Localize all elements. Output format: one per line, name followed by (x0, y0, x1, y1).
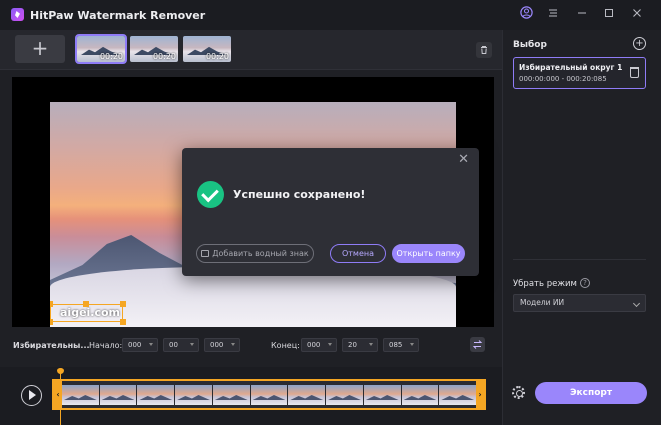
selection-panel: Выбор + Избирательный округ 1 000:00:000… (502, 30, 661, 425)
export-button[interactable]: Экспорт (535, 382, 647, 404)
selection-time: 000:00:000 - 000:20:085 (519, 75, 607, 83)
dialog-close-icon[interactable]: ✕ (458, 152, 469, 167)
swap-range-button[interactable] (470, 337, 485, 352)
time-range-row: Избирательны... Начало: 000 00 000 Конец… (0, 333, 502, 357)
close-icon[interactable] (628, 6, 646, 24)
start-seconds-field[interactable]: 000 (204, 338, 240, 352)
add-selection-button[interactable]: + (633, 37, 646, 50)
play-button[interactable] (21, 385, 42, 406)
selection-item[interactable]: Избирательный округ 1 000:00:000 - 000:2… (513, 57, 646, 89)
swap-icon (472, 340, 483, 349)
dialog-message: Успешно сохранено! (233, 188, 366, 201)
add-media-button[interactable]: + (15, 35, 65, 63)
timeline-track[interactable]: ‹ › (52, 379, 486, 410)
title-bar: HitPaw Watermark Remover (0, 0, 661, 30)
app-logo-icon (11, 8, 24, 21)
end-seconds-field[interactable]: 085 (383, 338, 419, 352)
end-hours-field[interactable]: 000 (301, 338, 337, 352)
media-thumbnail[interactable]: 00:20 (75, 34, 127, 64)
maximize-icon[interactable] (600, 6, 618, 24)
resize-handle[interactable] (50, 319, 53, 325)
help-icon[interactable]: ? (580, 278, 590, 288)
start-hours-field[interactable]: 000 (122, 338, 158, 352)
timeline: ‹ › (0, 367, 502, 425)
trim-end-handle[interactable]: › (476, 381, 484, 408)
resize-handle[interactable] (83, 301, 89, 307)
resize-handle[interactable] (50, 301, 53, 307)
start-label: Начало: (89, 341, 123, 350)
media-thumbnail[interactable]: 00:20 (183, 36, 231, 62)
resize-handle[interactable] (120, 319, 126, 325)
app-window: HitPaw Watermark Remover + 00:20 00:20 0… (0, 0, 661, 425)
trash-icon[interactable] (630, 67, 639, 78)
mode-select[interactable]: Модели ИИ (513, 294, 646, 312)
watermark-text: aigei.com (60, 306, 121, 319)
delete-media-button[interactable] (476, 42, 492, 58)
gear-icon[interactable] (512, 386, 525, 399)
trash-icon (481, 46, 487, 54)
end-label: Конец: (271, 341, 300, 350)
save-success-dialog: ✕ Успешно сохранено! Добавить водный зна… (182, 148, 479, 276)
playhead[interactable] (57, 368, 64, 425)
cancel-button[interactable]: Отмена (330, 244, 386, 263)
panel-title: Выбор (513, 40, 547, 50)
frame-strip (62, 385, 477, 405)
menu-icon[interactable] (544, 6, 562, 24)
media-strip: + 00:20 00:20 00:20 (0, 30, 502, 70)
app-title: HitPaw Watermark Remover (30, 9, 206, 22)
selection-name: Избирательный округ 1 (519, 63, 623, 72)
open-folder-button[interactable]: Открыть папку (392, 244, 465, 263)
user-icon[interactable] (517, 6, 535, 24)
start-minutes-field[interactable]: 00 (163, 338, 199, 352)
minimize-icon[interactable] (573, 6, 591, 24)
image-icon (201, 250, 210, 257)
region-label: Избирательны... (13, 341, 90, 350)
media-thumbnail[interactable]: 00:20 (130, 36, 178, 62)
resize-handle[interactable] (120, 301, 126, 307)
mode-label: Убрать режим (513, 279, 577, 289)
add-watermark-button[interactable]: Добавить водный знак (196, 244, 314, 263)
success-check-icon (197, 181, 224, 208)
divider (513, 259, 646, 260)
end-minutes-field[interactable]: 20 (342, 338, 378, 352)
